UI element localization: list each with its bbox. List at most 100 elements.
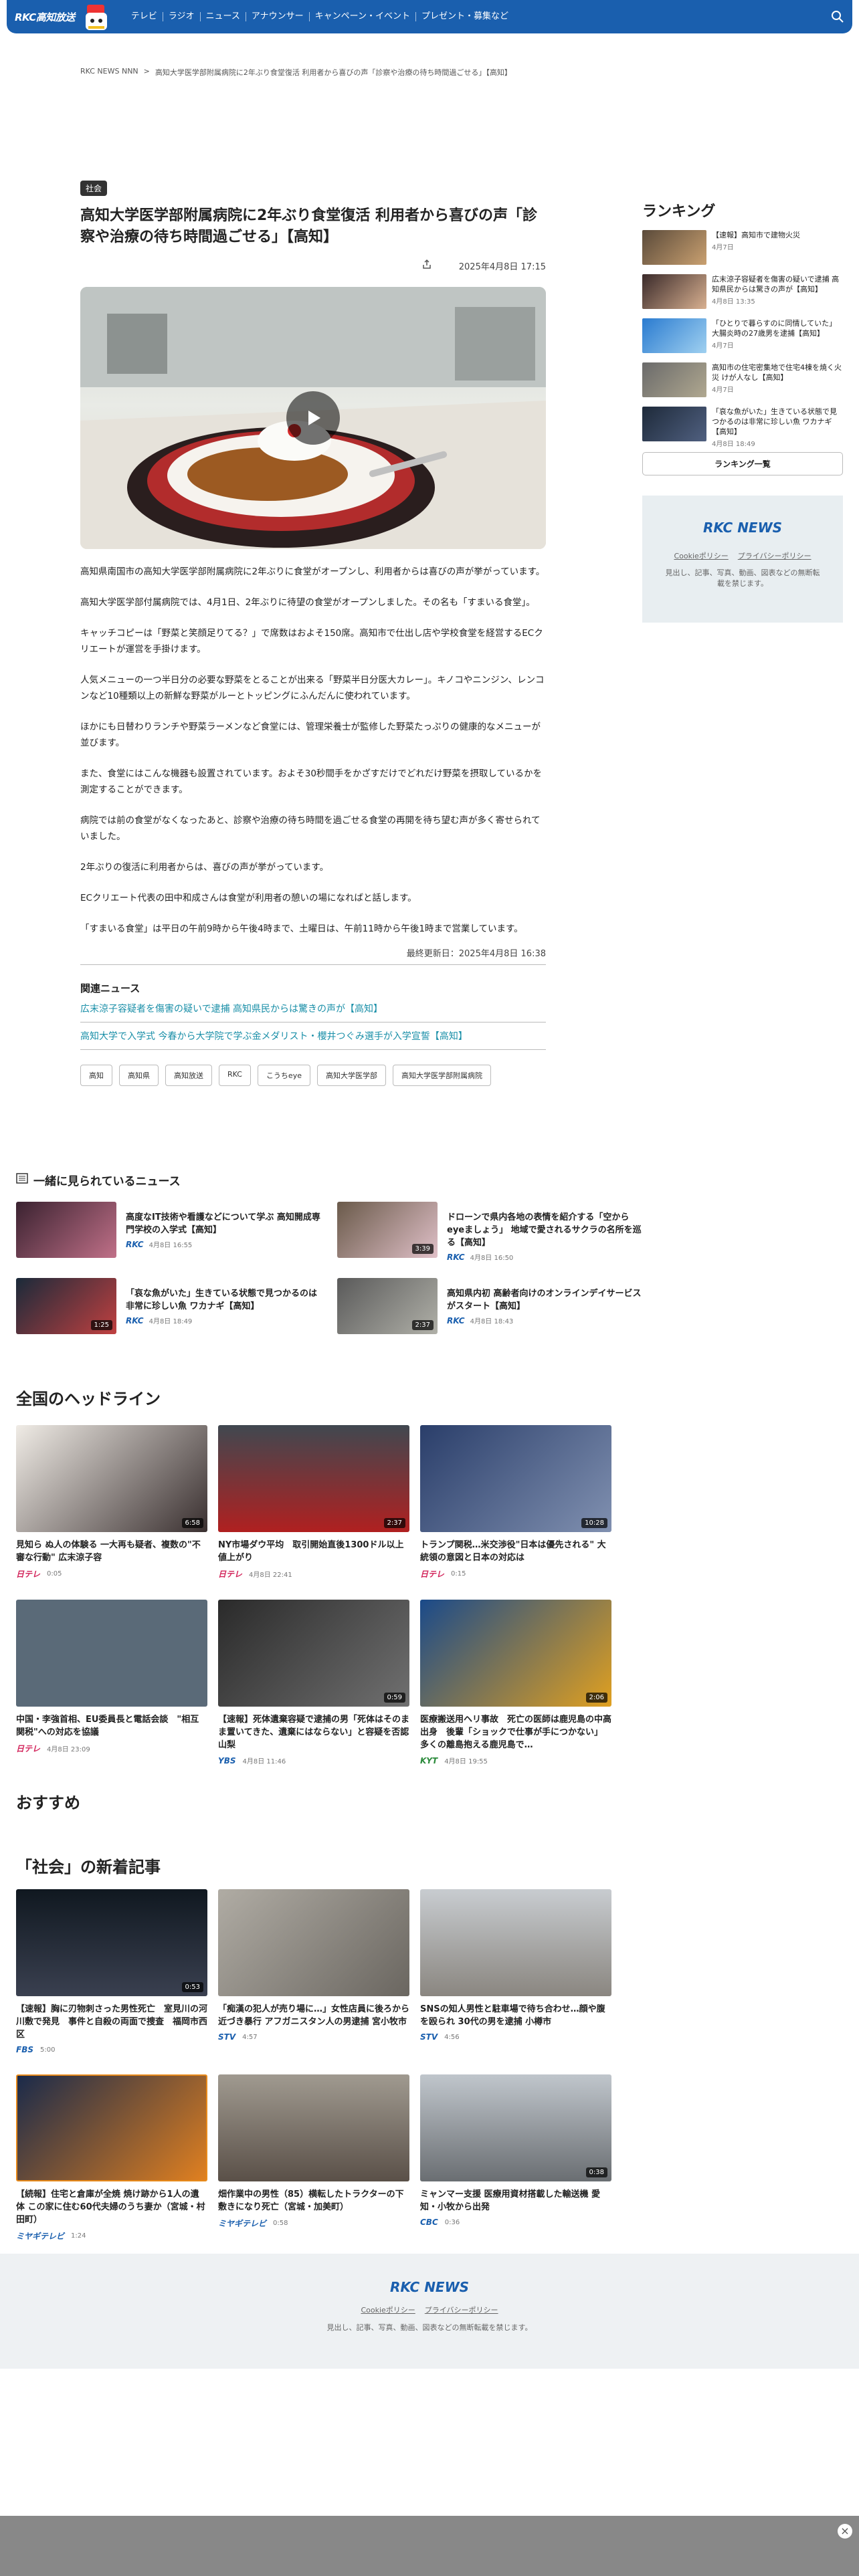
nav-present[interactable]: プレゼント・募集など — [415, 12, 514, 21]
news-card[interactable]: 「痴漢の犯人が売り場に…」女性店員に後ろから近づき暴行 アフガニスタン人の男逮捕… — [218, 1889, 409, 2054]
tag[interactable]: 高知放送 — [165, 1065, 212, 1086]
paragraph: また、食堂にはこんな機器も設置されています。およそ30秒間手をかざすだけでどれだ… — [80, 768, 543, 795]
rkc-news-logo[interactable]: RKC NEWS — [642, 520, 843, 536]
news-title: 中国・李強首相、EU委員長と電話会談 "相互関税"への対応を協議 — [16, 1715, 199, 1737]
news-card[interactable]: 6:58 見知ら ぬ人の体験る 一大再も疑者、複数の"不審な行動" 広末涼子容 日テ… — [16, 1425, 207, 1580]
updated-date: 最終更新日：2025年4月8日 16:38 — [80, 946, 546, 965]
tag[interactable]: こうちeye — [257, 1065, 310, 1086]
rkc-news-logo[interactable]: RKC NEWS — [0, 2279, 859, 2295]
national-heading: 全国のヘッドライン — [16, 1390, 161, 1408]
ranking-item[interactable]: 広末涼子容疑者を傷害の疑いで逮捕 高知県民からは驚きの声が【高知】 4月8日 13… — [642, 274, 843, 309]
news-card[interactable]: 2:06 医療搬送用ヘリ事故 死亡の医師は鹿児島の中高出身 後輩「ショックで仕事が… — [420, 1600, 611, 1765]
news-title: 高度なIT技術や看護などについて学ぶ 高知開成専門学校の入学式【高知】 — [126, 1212, 320, 1235]
nav-tv[interactable]: テレビ — [126, 12, 163, 21]
search-icon[interactable] — [831, 10, 844, 23]
news-card[interactable]: 畑作業中の男性（85）横転したトラクターの下敷きになり死亡（宮城・加美町） ミヤギ… — [218, 2074, 409, 2242]
ranking-date: 4月8日 18:49 — [712, 441, 755, 448]
category-badge[interactable]: 社会 — [80, 181, 108, 196]
news-thumbnail: 2:37 — [337, 1278, 438, 1334]
ranking-item[interactable]: 【速報】高知市で建物火災 4月7日 — [642, 230, 843, 265]
news-date: 0:36 — [444, 2218, 460, 2226]
source-logo: KYT — [420, 1755, 438, 1765]
duration-badge: 6:58 — [181, 1518, 203, 1528]
breadcrumb-separator: > — [143, 67, 150, 76]
news-thumbnail: 2:06 — [420, 1600, 611, 1707]
copyright-notice: 見出し、記事、写真、動画、図表などの無断転載を禁じます。 — [665, 568, 820, 588]
news-card[interactable]: 2:37 NY市場ダウ平均 取引開始直後1300ドル以上値上がり 日テレ 4月8日 2… — [218, 1425, 409, 1580]
duration-badge: 10:28 — [581, 1518, 607, 1528]
news-title: 【速報】死体遺棄容疑で逮捕の男「死体はそのまま置いてきた、遺棄にはならない」と容… — [218, 1715, 410, 1750]
ranking-thumbnail — [642, 318, 706, 353]
site-header: RKC高知放送 テレビ ラジオ ニュース アナウンサー キャンペーン・イベント … — [7, 0, 852, 33]
news-item[interactable]: 高度なIT技術や看護などについて学ぶ 高知開成専門学校の入学式【高知】 RKC 4月… — [16, 1202, 324, 1262]
related-link[interactable]: 広末涼子容疑者を傷害の疑いで逮捕 高知県民からは驚きの声が【高知】 — [80, 995, 546, 1023]
tag[interactable]: 高知県 — [119, 1065, 159, 1086]
news-thumbnail — [16, 1600, 207, 1707]
duration-badge: 3:39 — [411, 1244, 434, 1254]
breadcrumb-current: 高知大学医学部附属病院に2年ぶり食堂復活 利用者から喜びの声「診察や治療の待ち時… — [155, 68, 512, 77]
news-item[interactable]: 2:37 高知県内初 高齢者向けのオンラインデイサービスがスタート【高知】 RKC 4… — [337, 1278, 645, 1334]
news-date: 4月8日 18:43 — [470, 1318, 514, 1325]
news-card[interactable]: SNSの知人男性と駐車場で待ち合わせ…顔や腹を殴られ 30代の男を逮捕 小樽市 S… — [420, 1889, 611, 2054]
cookie-policy-link[interactable]: Cookieポリシー — [361, 2304, 415, 2315]
nav-campaign[interactable]: キャンペーン・イベント — [308, 12, 415, 21]
news-title: SNSの知人男性と駐車場で待ち合わせ…顔や腹を殴られ 30代の男を逮捕 小樽市 — [420, 2004, 605, 2027]
privacy-policy-link[interactable]: プライバシーポリシー — [425, 2304, 498, 2315]
news-thumbnail: 3:39 — [337, 1202, 438, 1258]
source-logo: RKC — [126, 1315, 144, 1325]
news-card[interactable]: 10:28 トランプ関税…米交渉役"日本は優先される" 大統領の意図と日本の対応は… — [420, 1425, 611, 1580]
paragraph: 高知大学医学部付属病院では、4月1日、2年ぶりに待望の食堂がオープンしました。そ… — [80, 597, 535, 608]
share-icon[interactable] — [421, 259, 432, 272]
ranking-more-button[interactable]: ランキング一覧 — [642, 452, 843, 475]
news-item[interactable]: 3:39 ドローンで県内各地の表情を紹介する「空からeyeましょう」 地域で愛され… — [337, 1202, 645, 1262]
tag[interactable]: 高知大学医学部附属病院 — [392, 1065, 491, 1086]
tag[interactable]: RKC — [219, 1065, 251, 1086]
news-date: 1:24 — [71, 2232, 86, 2240]
duration-badge: 0:53 — [181, 1982, 203, 1992]
news-card[interactable]: 0:53 【速報】胸に刃物刺さった男性死亡 室見川の河川敷で発見 事件と自殺の両面… — [16, 1889, 207, 2054]
rkc-logo[interactable]: RKC高知放送 — [15, 10, 75, 24]
privacy-policy-link[interactable]: プライバシーポリシー — [738, 550, 812, 561]
ranking-item[interactable]: 「哀な魚がいた」生きている状態で見つかるのは非常に珍しい魚 ワカナギ【高知】 4月… — [642, 407, 843, 448]
ranking-item[interactable]: 高知市の住宅密集地で住宅4棟を焼く火災 けが人なし【高知】 4月7日 — [642, 362, 843, 397]
sidebar-footer-box: RKC NEWS Cookieポリシー プライバシーポリシー 見出し、記事、写真、… — [642, 496, 843, 623]
related-link[interactable]: 高知大学で入学式 今春から大学院で学ぶ金メダリスト・櫻井つぐみ選手が入学宣誓【高… — [80, 1023, 546, 1050]
paragraph: 「すまいる食堂」は平日の午前9時から午後4時まで、土曜日は、午前11時から午後1… — [80, 924, 523, 934]
recommend-section: おすすめ — [16, 1790, 80, 1813]
breadcrumb-home[interactable]: RKC NEWS NNN — [80, 67, 138, 78]
ad-banner[interactable]: × — [0, 2516, 859, 2576]
news-date: 4:57 — [242, 2033, 258, 2041]
nav-radio[interactable]: ラジオ — [162, 12, 200, 21]
page-footer: RKC NEWS Cookieポリシー プライバシーポリシー 見出し、記事、写真、… — [0, 2254, 859, 2369]
tag-list: 高知 高知県 高知放送 RKC こうちeye 高知大学医学部 高知大学医学部附属… — [80, 1065, 546, 1086]
nav-announcer[interactable]: アナウンサー — [245, 12, 309, 21]
news-card[interactable]: 0:59 【速報】死体遺棄容疑で逮捕の男「死体はそのまま置いてきた、遺棄にはならな… — [218, 1600, 409, 1765]
recommend-heading: おすすめ — [16, 1794, 80, 1812]
cookie-policy-link[interactable]: Cookieポリシー — [674, 550, 728, 561]
news-thumbnail: 10:28 — [420, 1425, 611, 1532]
news-title: 畑作業中の男性（85）横転したトラクターの下敷きになり死亡（宮城・加美町） — [218, 2189, 404, 2212]
ranking-item[interactable]: 「ひとりで暮らすのに同情していた」大腸炎時の27歳男を逮捕【高知】 4月7日 — [642, 318, 843, 353]
news-card[interactable]: 中国・李強首相、EU委員長と電話会談 "相互関税"への対応を協議 日テレ 4月8日 … — [16, 1600, 207, 1765]
news-date: 4月8日 23:09 — [47, 1746, 90, 1753]
duration-badge: 2:06 — [585, 1693, 607, 1703]
ranking-title: 「ひとりで暮らすのに同情していた」大腸炎時の27歳男を逮捕【高知】 — [712, 319, 837, 338]
copyright-notice: 見出し、記事、写真、動画、図表などの無断転載を禁じます。 — [326, 2323, 533, 2332]
news-card[interactable]: 0:38 ミャンマー支援 医療用資材搭載した輸送機 愛知・小牧から出発 CBC 0:3… — [420, 2074, 611, 2242]
source-logo: ミヤギテレビ — [218, 2219, 267, 2228]
tag[interactable]: 高知大学医学部 — [316, 1065, 386, 1086]
news-thumbnail: 2:37 — [218, 1425, 409, 1532]
news-item[interactable]: 1:25 「哀な魚がいた」生きている状態で見つかるのは非常に珍しい魚 ワカナギ【高… — [16, 1278, 324, 1334]
news-title: ミャンマー支援 医療用資材搭載した輸送機 愛知・小牧から出発 — [420, 2189, 601, 2212]
close-icon[interactable]: × — [838, 2524, 852, 2539]
paragraph: ECクリエート代表の田中和成さんは食堂が利用者の憩いの場になればと話します。 — [80, 893, 417, 903]
nav-news[interactable]: ニュース — [199, 12, 246, 21]
main-nav: テレビ ラジオ ニュース アナウンサー キャンペーン・イベント プレゼント・募集… — [126, 12, 514, 21]
news-card[interactable]: 【続報】住宅と倉庫が全焼 焼け跡から1人の遺体 この家に住む60代夫婦のうち妻か… — [16, 2074, 207, 2242]
source-logo: RKC — [126, 1239, 144, 1249]
article: 社会 高知大学医学部附属病院に2年ぶり食堂復活 利用者から喜びの声「診察や治療の… — [80, 181, 546, 1086]
video-player[interactable] — [80, 287, 546, 549]
paragraph: 2年ぶりの復活に利用者からは、喜びの声が挙がっています。 — [80, 862, 329, 873]
play-icon[interactable] — [286, 391, 340, 445]
tag[interactable]: 高知 — [80, 1065, 112, 1086]
